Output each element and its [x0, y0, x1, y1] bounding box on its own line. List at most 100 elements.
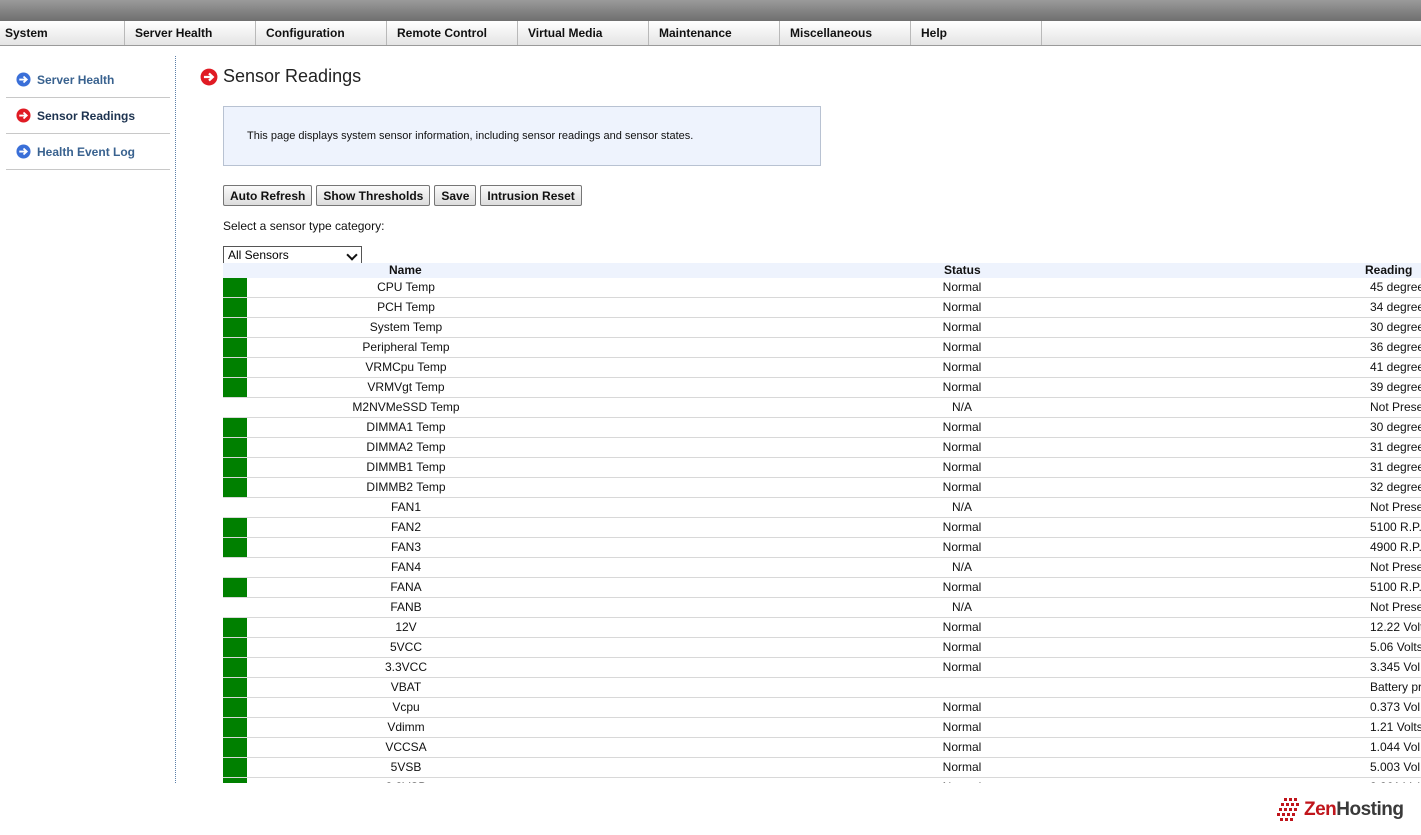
status-indicator [223, 418, 247, 437]
table-row: DIMMA1 Temp Normal 30 degree [223, 418, 1421, 438]
sensor-reading: Not Prese [1370, 400, 1421, 414]
table-row: VRMCpu Temp Normal 41 degree [223, 358, 1421, 378]
sensor-reading: 3.345 Vol [1370, 660, 1421, 674]
sensor-type-select[interactable]: All Sensors [223, 246, 362, 264]
sensor-name: DIMMB2 Temp [366, 480, 446, 494]
table-row: FANA Normal 5100 R.P. [223, 578, 1421, 598]
table-row: 3.3VSB Normal 3.361 Vol [223, 778, 1421, 783]
sensor-reading: 5100 R.P. [1370, 580, 1421, 594]
sidebar: Server Health Sensor Readings Health Eve… [6, 62, 170, 170]
logo-text-zen: Zen [1304, 798, 1337, 820]
sensor-name: 5VSB [390, 760, 422, 774]
sensor-status: Normal [942, 320, 982, 334]
sensor-reading: 31 degree [1370, 440, 1421, 454]
status-indicator [223, 638, 247, 657]
sensor-name: Peripheral Temp [362, 340, 450, 354]
table-row: VCCSA Normal 1.044 Vol [223, 738, 1421, 758]
table-row: System Temp Normal 30 degree [223, 318, 1421, 338]
sensor-table: CPU Temp Normal 45 degree PCH Temp Normal 34 … [223, 278, 1421, 783]
sensor-name: Vcpu [392, 700, 420, 714]
status-indicator [223, 778, 247, 783]
column-header-name: Name [389, 263, 422, 277]
sensor-reading: 5.003 Vol [1370, 760, 1421, 774]
sensor-status: Normal [942, 580, 982, 594]
sensor-name: 3.3VSB [247, 778, 565, 783]
table-row: M2NVMeSSD Temp N/A Not Prese [223, 398, 1421, 418]
sensor-status: N/A [951, 500, 972, 514]
table-row: Vcpu Normal 0.373 Vol [223, 698, 1421, 718]
table-row: 5VSB Normal 5.003 Vol [223, 758, 1421, 778]
sensor-reading: 30 degree [1370, 420, 1421, 434]
sensor-status: Normal [942, 700, 982, 714]
sensor-name: FAN4 [390, 560, 421, 574]
sensor-status: Normal [942, 460, 982, 474]
sensor-reading: 4900 R.P. [1370, 540, 1421, 554]
sidebar-divider [175, 56, 176, 783]
sensor-status: Normal [862, 778, 1062, 783]
sidebar-item-sensor-readings[interactable]: Sensor Readings [6, 98, 170, 134]
sensor-status: Normal [942, 340, 982, 354]
show-thresholds-button[interactable]: Show Thresholds [316, 185, 431, 206]
logo-mark-icon [1277, 798, 1299, 821]
menu-server-health[interactable]: Server Health [125, 21, 256, 45]
sidebar-item-label: Server Health [37, 72, 115, 87]
menu-help[interactable]: Help [911, 21, 1042, 45]
sensor-reading: Not Prese [1370, 500, 1421, 514]
sensor-reading: 34 degree [1370, 300, 1421, 314]
table-row: FANB N/A Not Prese [223, 598, 1421, 618]
sensor-name: DIMMA2 Temp [366, 440, 446, 454]
status-indicator [223, 758, 247, 777]
sensor-name: FAN1 [390, 500, 421, 514]
sensor-status: Normal [942, 360, 982, 374]
sensor-reading: 31 degree [1370, 460, 1421, 474]
menu-system[interactable]: System [0, 21, 125, 45]
status-indicator [223, 298, 247, 317]
menu-configuration[interactable]: Configuration [256, 21, 387, 45]
sensor-reading: 1.21 Volts [1370, 720, 1421, 734]
sensor-reading: 1.044 Vol [1370, 740, 1421, 754]
table-row: 3.3VCC Normal 3.345 Vol [223, 658, 1421, 678]
sensor-status: Normal [942, 760, 982, 774]
auto-refresh-button[interactable]: Auto Refresh [223, 185, 313, 206]
sensor-reading: Not Prese [1370, 560, 1421, 574]
sensor-reading: 39 degree [1370, 380, 1421, 394]
sensor-status: Normal [942, 540, 982, 554]
sensor-name: VRMCpu Temp [365, 360, 447, 374]
status-indicator [223, 678, 247, 697]
arrow-right-circle-icon [16, 144, 31, 159]
intrusion-reset-button[interactable]: Intrusion Reset [480, 185, 582, 206]
logo-text: ZenHosting [1304, 799, 1404, 821]
sensor-status: Normal [942, 720, 982, 734]
save-button[interactable]: Save [434, 185, 477, 206]
column-header-reading: Reading [1365, 263, 1413, 277]
sensor-name: Vdimm [387, 720, 425, 734]
sensor-status: Normal [942, 620, 982, 634]
status-indicator [223, 538, 247, 557]
table-row: FAN1 N/A Not Prese [223, 498, 1421, 518]
sensor-status: Normal [942, 740, 982, 754]
menu-miscellaneous[interactable]: Miscellaneous [780, 21, 911, 45]
sensor-name: 5VCC [389, 640, 422, 654]
sensor-name: PCH Temp [377, 300, 435, 314]
sensor-type-value: All Sensors [228, 248, 289, 262]
sidebar-item-health-event-log[interactable]: Health Event Log [6, 134, 170, 170]
sensor-name: M2NVMeSSD Temp [352, 400, 460, 414]
sensor-name: FANA [390, 580, 422, 594]
sensor-name: VCCSA [385, 740, 427, 754]
menu-maintenance[interactable]: Maintenance [649, 21, 780, 45]
menu-virtual-media[interactable]: Virtual Media [518, 21, 649, 45]
main-menu: System Server Health Configuration Remot… [0, 21, 1421, 46]
sidebar-item-label: Health Event Log [37, 144, 136, 159]
sensor-status: Normal [942, 480, 982, 494]
table-row: 5VCC Normal 5.06 Volts [223, 638, 1421, 658]
sidebar-item-server-health[interactable]: Server Health [6, 62, 170, 98]
status-indicator [223, 338, 247, 357]
table-row: VBAT Battery pr [223, 678, 1421, 698]
table-row: PCH Temp Normal 34 degree [223, 298, 1421, 318]
menu-remote-control[interactable]: Remote Control [387, 21, 518, 45]
status-indicator [223, 738, 247, 757]
status-indicator [223, 498, 247, 517]
info-box: This page displays system sensor informa… [223, 106, 821, 166]
status-indicator [223, 318, 247, 337]
sensor-reading: Not Prese [1370, 600, 1421, 614]
